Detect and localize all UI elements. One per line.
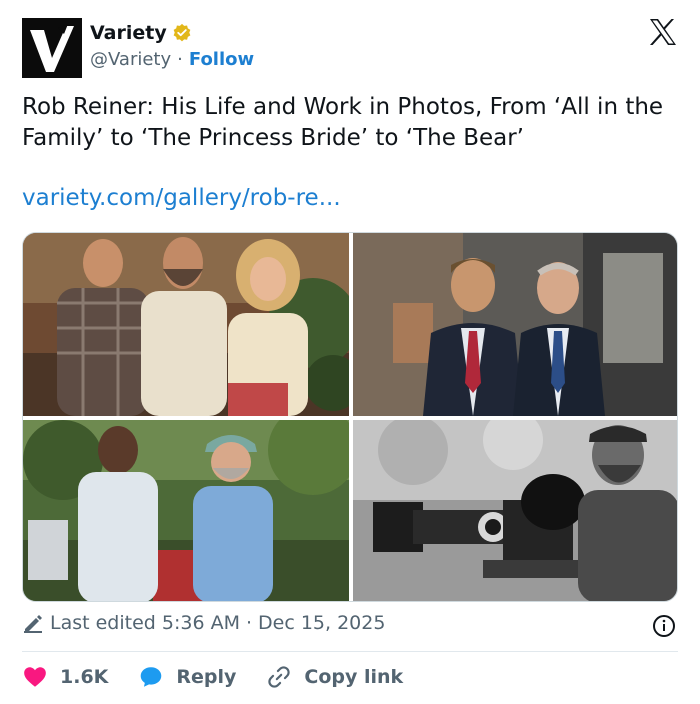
edited-timestamp-row: Last edited 5:36 AM · Dec 15, 2025	[22, 612, 385, 634]
like-button[interactable]: 1.6K	[22, 664, 108, 690]
variety-v-logo-icon	[22, 18, 82, 78]
heart-icon	[24, 667, 46, 687]
post-date[interactable]: Dec 15, 2025	[258, 612, 385, 634]
info-icon[interactable]	[652, 614, 676, 638]
photo-3[interactable]	[23, 420, 349, 601]
copy-link-button[interactable]: Copy link	[266, 664, 403, 690]
reply-label: Reply	[176, 666, 237, 688]
edited-label[interactable]: Last edited 5:36 AM	[50, 612, 240, 634]
action-bar: 1.6K Reply Copy link	[22, 662, 433, 692]
separator-dot: ·	[177, 49, 183, 70]
tweet-text: Rob Reiner: His Life and Work in Photos,…	[22, 94, 664, 151]
verified-badge-icon	[172, 23, 192, 43]
tweet-embed-card: Variety @Variety · Follow Rob Reiner: Hi…	[0, 0, 700, 704]
separator-dot: ·	[245, 612, 253, 634]
photo-1[interactable]	[23, 233, 349, 416]
author-name[interactable]: Variety	[90, 22, 167, 44]
pencil-icon	[24, 615, 42, 633]
author-handle[interactable]: @Variety	[90, 49, 171, 70]
gallery-link[interactable]: variety.com/gallery/rob-re...	[22, 185, 341, 211]
author-avatar[interactable]	[22, 18, 82, 78]
link-chain-icon	[268, 666, 291, 688]
reply-button[interactable]: Reply	[138, 664, 236, 690]
like-count: 1.6K	[60, 666, 109, 688]
photo-gallery	[22, 232, 678, 602]
author-name-row: Variety	[90, 22, 192, 44]
photo-2[interactable]	[353, 233, 677, 416]
x-logo-icon[interactable]	[648, 18, 678, 46]
reply-bubble-icon	[141, 667, 162, 687]
photo-4[interactable]	[353, 420, 677, 601]
divider	[22, 651, 678, 652]
author-handle-row: @Variety · Follow	[90, 49, 254, 70]
follow-button[interactable]: Follow	[189, 49, 254, 70]
copy-link-label: Copy link	[304, 666, 404, 688]
